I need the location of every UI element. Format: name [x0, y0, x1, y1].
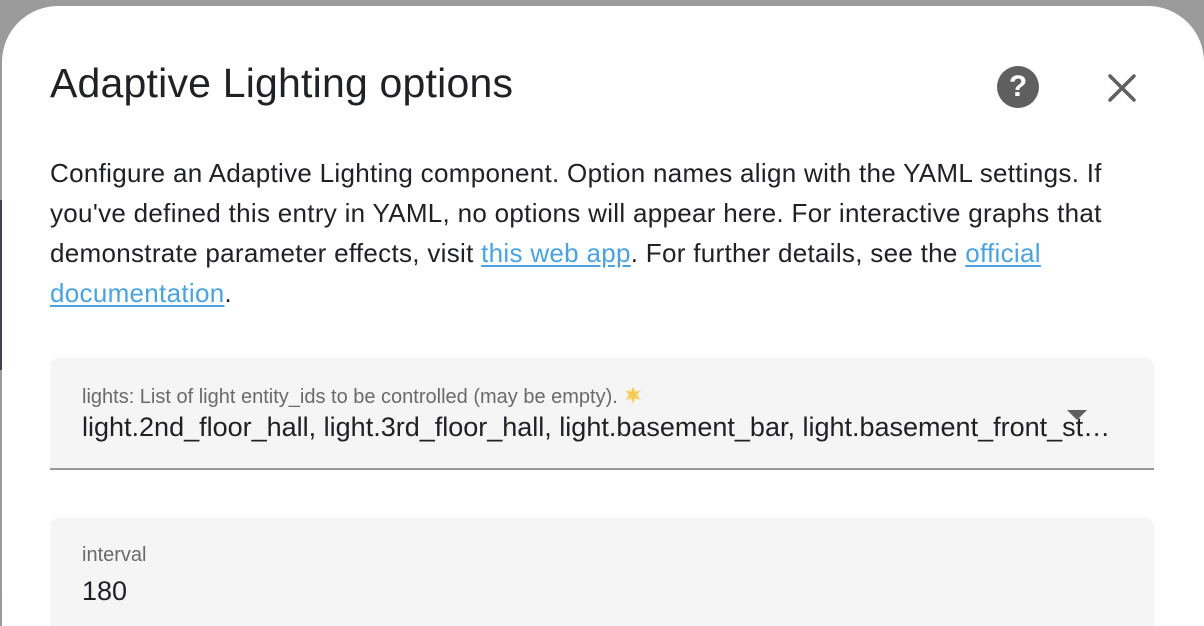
description-text: . For further details, see the: [630, 238, 966, 268]
options-dialog: Adaptive Lighting options ? Configure an…: [2, 6, 1204, 626]
close-icon[interactable]: [1100, 66, 1144, 110]
description-text: .: [224, 278, 232, 308]
interval-field-label: interval: [82, 544, 147, 566]
dialog-title: Adaptive Lighting options: [50, 60, 514, 106]
lights-field-label: lights: List of light entity_ids to be c…: [82, 384, 644, 409]
lights-selected-value: light.2nd_floor_hall, light.3rd_floor_ha…: [82, 412, 1122, 442]
dialog-description: Configure an Adaptive Lighting component…: [50, 153, 1110, 313]
lights-label-text: lights: List of light entity_ids to be c…: [82, 386, 618, 408]
interval-field[interactable]: interval 180: [50, 518, 1154, 626]
help-icon[interactable]: ?: [997, 66, 1039, 108]
dropdown-arrow-icon[interactable]: [1067, 410, 1087, 420]
sparkle-icon: [624, 386, 641, 404]
web-app-link[interactable]: this web app: [481, 238, 631, 268]
lights-select[interactable]: lights: List of light entity_ids to be c…: [50, 358, 1154, 470]
